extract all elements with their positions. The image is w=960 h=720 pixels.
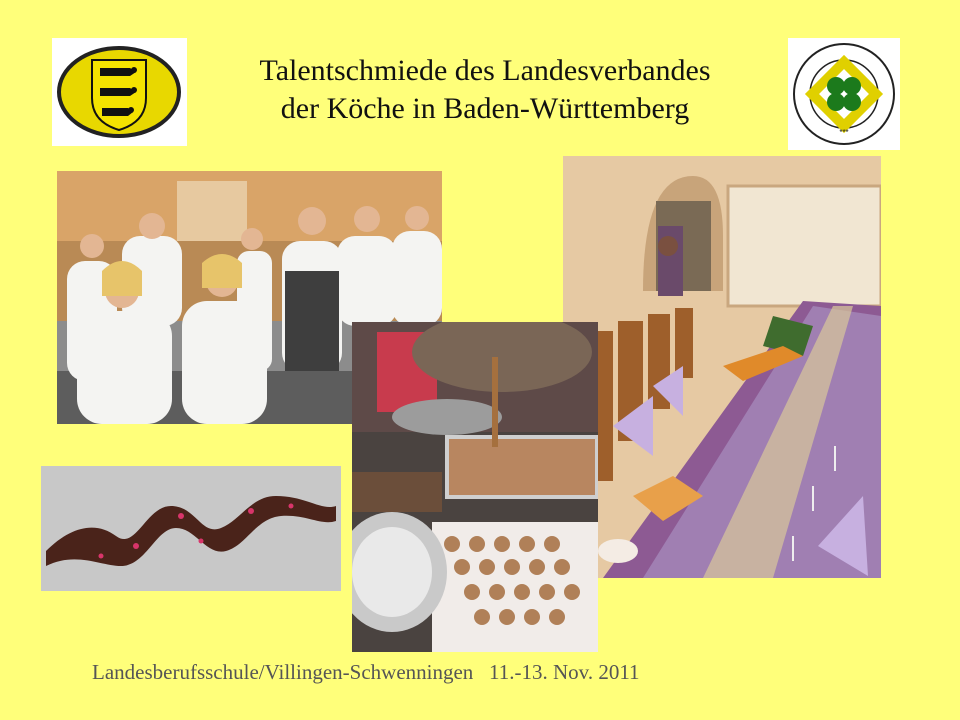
svg-text:***: *** [839,128,848,137]
verband-der-koeche-deutschlands-seal-icon: *** [793,43,895,145]
chocolate-pouring-photo [352,322,598,652]
banquet-table-photo [563,156,881,578]
title-line-1: Talentschmiede des Landesverbandes [259,54,711,87]
coat-of-arms-logo [52,38,187,146]
chocolate-ribbon-photo [41,466,341,591]
baden-wuerttemberg-coat-of-arms-icon [57,46,181,138]
title-line-2: der Köche in Baden-Württemberg [280,92,690,125]
slide-title: Talentschmiede des Landesverbandes der K… [185,52,785,128]
slide-footer: Landesberufsschule/Villingen-Schwenninge… [92,660,640,684]
vkd-seal-logo: *** [788,38,900,150]
